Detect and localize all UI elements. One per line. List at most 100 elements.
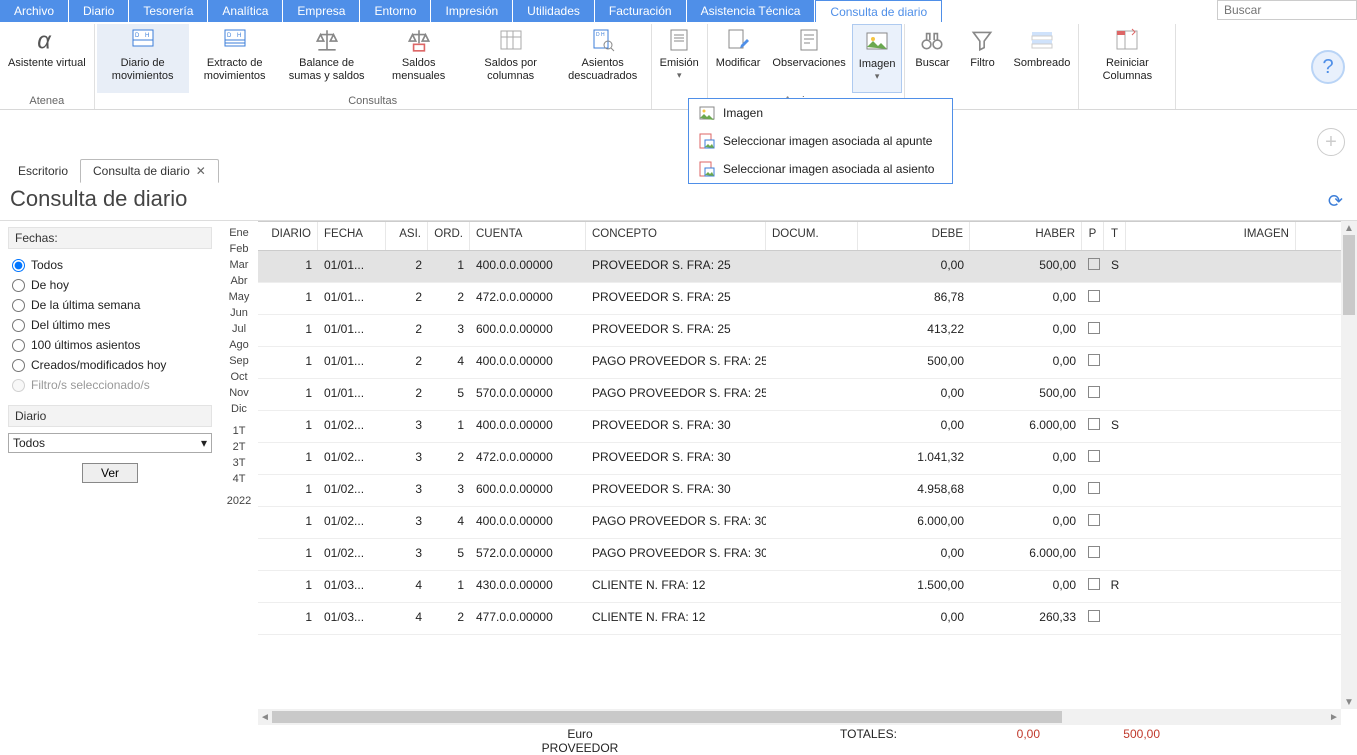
- checkbox[interactable]: [1088, 418, 1100, 430]
- col-header-asi[interactable]: ASI.: [386, 222, 428, 250]
- col-header-ord[interactable]: ORD.: [428, 222, 470, 250]
- col-header-imagen[interactable]: IMAGEN: [1126, 222, 1296, 250]
- col-header-cuenta[interactable]: CUENTA: [470, 222, 586, 250]
- checkbox[interactable]: [1088, 450, 1100, 462]
- radio-hoy[interactable]: De hoy: [8, 275, 212, 295]
- ribbon-observaciones[interactable]: Observaciones: [766, 24, 851, 93]
- table-row[interactable]: 101/03...42477.0.0.00000CLIENTE N. FRA: …: [258, 603, 1357, 635]
- radio-input-semana[interactable]: [12, 299, 25, 312]
- table-row[interactable]: 101/02...35572.0.0.00000PAGO PROVEEDOR S…: [258, 539, 1357, 571]
- checkbox[interactable]: [1088, 514, 1100, 526]
- vscroll-thumb[interactable]: [1343, 235, 1355, 315]
- checkbox[interactable]: [1088, 258, 1100, 270]
- vertical-scrollbar[interactable]: ▲ ▼: [1341, 221, 1357, 709]
- menu-archivo[interactable]: Archivo: [0, 0, 68, 22]
- col-header-fecha[interactable]: FECHA: [318, 222, 386, 250]
- month-abr[interactable]: Abr: [220, 273, 258, 289]
- ribbon-sombreado[interactable]: Sombreado: [1007, 24, 1076, 93]
- month-may[interactable]: May: [220, 289, 258, 305]
- col-header-concepto[interactable]: CONCEPTO: [586, 222, 766, 250]
- tab-escritorio[interactable]: Escritorio: [6, 160, 80, 182]
- menu-asistencia-técnica[interactable]: Asistencia Técnica: [687, 0, 815, 22]
- ribbon-modificar[interactable]: Modificar: [710, 24, 767, 93]
- ribbon-filtro[interactable]: Filtro: [957, 24, 1007, 93]
- add-button[interactable]: +: [1317, 128, 1345, 156]
- radio-todos[interactable]: Todos: [8, 255, 212, 275]
- diario-select[interactable]: Todos ▾: [8, 433, 212, 453]
- scroll-up-arrow[interactable]: ▲: [1341, 221, 1357, 235]
- radio-creados[interactable]: Creados/modificados hoy: [8, 355, 212, 375]
- checkbox[interactable]: [1088, 386, 1100, 398]
- checkbox[interactable]: [1088, 482, 1100, 494]
- col-header-t[interactable]: T: [1104, 222, 1126, 250]
- month-mar[interactable]: Mar: [220, 257, 258, 273]
- month-feb[interactable]: Feb: [220, 241, 258, 257]
- radio-input-creados[interactable]: [12, 359, 25, 372]
- menu-entorno[interactable]: Entorno: [360, 0, 430, 22]
- table-row[interactable]: 101/03...41430.0.0.00000CLIENTE N. FRA: …: [258, 571, 1357, 603]
- ribbon-emision[interactable]: Emisión▾: [654, 24, 705, 93]
- ribbon-balance[interactable]: Balance de sumas y saldos: [281, 24, 373, 93]
- refresh-icon[interactable]: ⟳: [1328, 191, 1343, 212]
- month-dic[interactable]: Dic: [220, 401, 258, 417]
- menu-empresa[interactable]: Empresa: [283, 0, 359, 22]
- menu-consulta-de-diario[interactable]: Consulta de diario: [815, 0, 942, 22]
- month-jul[interactable]: Jul: [220, 321, 258, 337]
- radio-cien[interactable]: 100 últimos asientos: [8, 335, 212, 355]
- ribbon-saldos-col[interactable]: Saldos por columnas: [465, 24, 557, 93]
- month-1t[interactable]: 1T: [220, 423, 258, 439]
- ribbon-descuadrados[interactable]: D HAsientos descuadrados: [557, 24, 649, 93]
- col-header-p[interactable]: P: [1082, 222, 1104, 250]
- month-3t[interactable]: 3T: [220, 455, 258, 471]
- ribbon-buscar[interactable]: Buscar: [907, 24, 957, 93]
- col-header-docum[interactable]: DOCUM.: [766, 222, 858, 250]
- close-icon[interactable]: ✕: [196, 164, 206, 178]
- scroll-right-arrow[interactable]: ►: [1327, 709, 1341, 725]
- ver-button[interactable]: Ver: [82, 463, 138, 483]
- table-row[interactable]: 101/01...23600.0.0.00000PROVEEDOR S. FRA…: [258, 315, 1357, 347]
- radio-input-cien[interactable]: [12, 339, 25, 352]
- month-4t[interactable]: 4T: [220, 471, 258, 487]
- ribbon-extracto[interactable]: DHExtracto de movimientos: [189, 24, 281, 93]
- col-header-diario[interactable]: DIARIO: [258, 222, 318, 250]
- table-row[interactable]: 101/01...24400.0.0.00000PAGO PROVEEDOR S…: [258, 347, 1357, 379]
- scroll-left-arrow[interactable]: ◄: [258, 709, 272, 725]
- month-nov[interactable]: Nov: [220, 385, 258, 401]
- table-row[interactable]: 101/01...21400.0.0.00000PROVEEDOR S. FRA…: [258, 251, 1357, 283]
- table-row[interactable]: 101/02...32472.0.0.00000PROVEEDOR S. FRA…: [258, 443, 1357, 475]
- radio-semana[interactable]: De la última semana: [8, 295, 212, 315]
- month-sep[interactable]: Sep: [220, 353, 258, 369]
- month-ago[interactable]: Ago: [220, 337, 258, 353]
- col-header-haber[interactable]: HABER: [970, 222, 1082, 250]
- checkbox[interactable]: [1088, 322, 1100, 334]
- table-row[interactable]: 101/02...34400.0.0.00000PAGO PROVEEDOR S…: [258, 507, 1357, 539]
- month-2t[interactable]: 2T: [220, 439, 258, 455]
- radio-input-hoy[interactable]: [12, 279, 25, 292]
- month-oct[interactable]: Oct: [220, 369, 258, 385]
- table-row[interactable]: 101/02...31400.0.0.00000PROVEEDOR S. FRA…: [258, 411, 1357, 443]
- checkbox[interactable]: [1088, 290, 1100, 302]
- horizontal-scrollbar[interactable]: ◄ ►: [258, 709, 1341, 725]
- menu-utilidades[interactable]: Utilidades: [513, 0, 594, 22]
- checkbox[interactable]: [1088, 546, 1100, 558]
- month-ene[interactable]: Ene: [220, 225, 258, 241]
- radio-input-todos[interactable]: [12, 259, 25, 272]
- table-row[interactable]: 101/02...33600.0.0.00000PROVEEDOR S. FRA…: [258, 475, 1357, 507]
- radio-input-mes[interactable]: [12, 319, 25, 332]
- menu-tesorería[interactable]: Tesorería: [129, 0, 207, 22]
- checkbox[interactable]: [1088, 578, 1100, 590]
- menu-diario[interactable]: Diario: [69, 0, 128, 22]
- table-row[interactable]: 101/01...25570.0.0.00000PAGO PROVEEDOR S…: [258, 379, 1357, 411]
- ribbon-saldos-men[interactable]: Saldos mensuales: [373, 24, 465, 93]
- checkbox[interactable]: [1088, 354, 1100, 366]
- tab-consulta-de-diario[interactable]: Consulta de diario✕: [80, 159, 219, 183]
- table-row[interactable]: 101/01...22472.0.0.00000PROVEEDOR S. FRA…: [258, 283, 1357, 315]
- menu-facturación[interactable]: Facturación: [595, 0, 686, 22]
- scroll-down-arrow[interactable]: ▼: [1341, 695, 1357, 709]
- menu-analítica[interactable]: Analítica: [208, 0, 282, 22]
- dropdown-imagen-plain[interactable]: Imagen: [689, 99, 952, 127]
- radio-mes[interactable]: Del último mes: [8, 315, 212, 335]
- ribbon-diario-mov[interactable]: DHDiario de movimientos: [97, 24, 189, 93]
- help-button[interactable]: ?: [1311, 50, 1345, 84]
- dropdown-sel-apunte[interactable]: Seleccionar imagen asociada al apunte: [689, 127, 952, 155]
